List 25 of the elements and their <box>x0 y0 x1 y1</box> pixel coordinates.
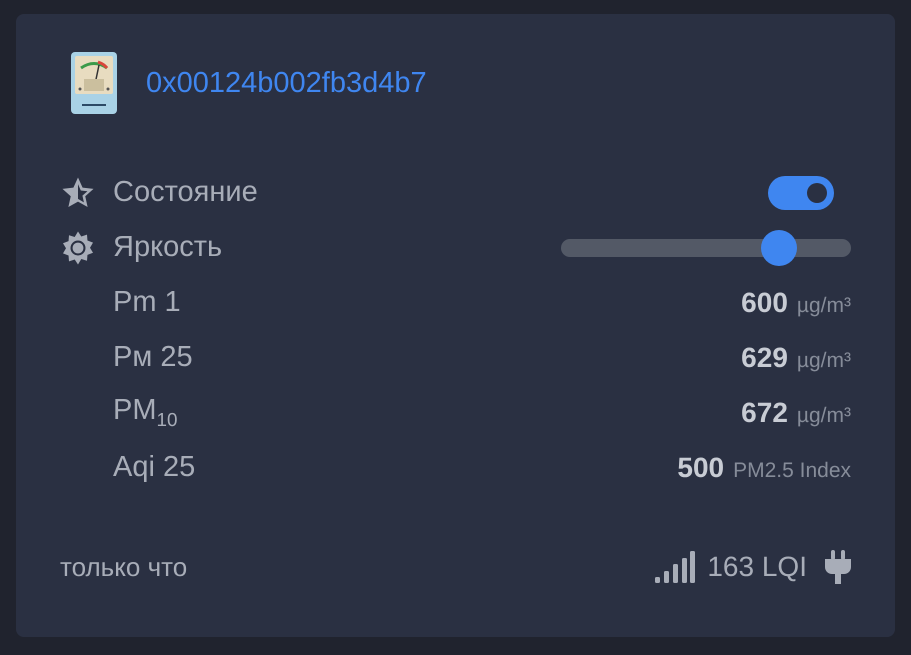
gear-icon <box>60 230 96 266</box>
row-label: Яркость <box>113 231 222 264</box>
row-label: Pм 25 <box>113 341 193 374</box>
reading-value: 600 <box>741 286 788 318</box>
meter-icon <box>70 51 118 115</box>
lqi-value: 163 LQI <box>707 551 807 583</box>
unit-label: PM2.5 Index <box>733 458 851 482</box>
device-link[interactable]: 0x00124b002fb3d4b7 <box>146 66 427 100</box>
star-icon <box>60 176 96 210</box>
row-label: Pm 1 <box>113 286 181 319</box>
row-label: Aqi 25 <box>113 451 196 484</box>
unit-label: µg/m³ <box>796 404 851 428</box>
plug-icon <box>825 550 851 584</box>
toggle-switch[interactable] <box>768 176 834 210</box>
last-seen-text: только что <box>60 552 188 582</box>
row-label: PM$_{10}$ <box>113 394 178 431</box>
slider[interactable] <box>561 230 851 266</box>
reading-value: 500 <box>677 452 724 484</box>
signal-icon <box>655 551 696 583</box>
reading-value: 629 <box>741 342 788 374</box>
unit-label: µg/m³ <box>796 294 851 318</box>
slider-thumb[interactable] <box>760 230 796 266</box>
unit-label: µg/m³ <box>796 348 851 372</box>
row-label: Состояние <box>113 176 258 209</box>
reading-value: 672 <box>741 396 788 428</box>
